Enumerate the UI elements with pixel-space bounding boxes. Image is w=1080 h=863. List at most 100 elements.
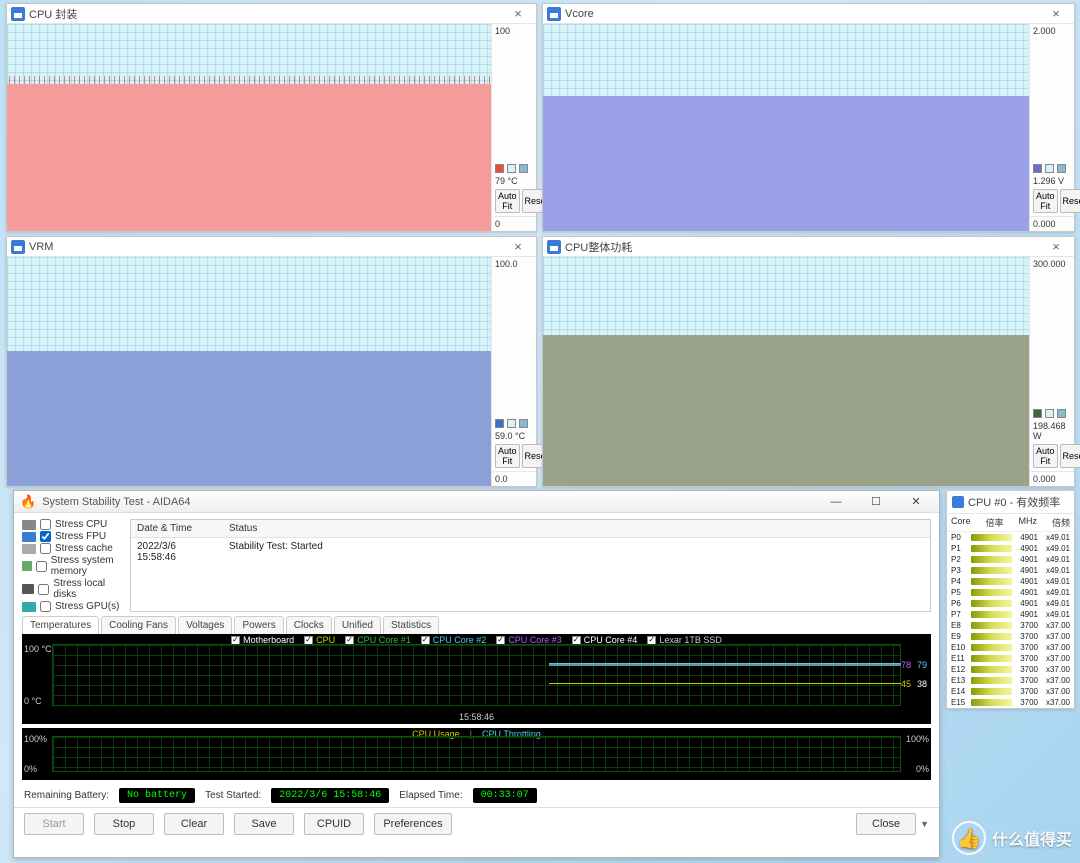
graph-cpu-power: CPU整体功耗 × 300.000 198.468 W Auto Fit Res…: [542, 236, 1075, 487]
log-row[interactable]: 2022/3/6 15:58:46 Stability Test: Starte…: [131, 538, 930, 566]
tab-statistics[interactable]: Statistics: [383, 616, 439, 634]
stress-memory[interactable]: Stress system memory: [22, 555, 122, 577]
swatch-bg[interactable]: [1045, 164, 1054, 173]
core-name: E9: [951, 632, 969, 641]
stress-cpu[interactable]: Stress CPU: [22, 519, 122, 530]
core-name: P0: [951, 533, 969, 542]
dropdown-icon[interactable]: ▼: [920, 819, 929, 829]
tab-powers[interactable]: Powers: [234, 616, 283, 634]
core-name: E12: [951, 665, 969, 674]
swatch-grid[interactable]: [519, 419, 528, 428]
freq-mult: x37.00: [1040, 676, 1070, 685]
start-button[interactable]: Start: [24, 813, 84, 835]
y-top-label: 100%: [24, 734, 47, 744]
freq-mult: x49.01: [1040, 577, 1070, 586]
swatch-bg[interactable]: [507, 164, 516, 173]
reading-low2: 45: [901, 679, 911, 689]
freq-mult: x37.00: [1040, 621, 1070, 630]
freq-mhz: 4901: [1014, 599, 1038, 608]
freq-bar: [971, 677, 1012, 684]
freq-row: E113700x37.00: [947, 653, 1074, 664]
close-button[interactable]: Close: [856, 813, 916, 835]
autofit-button[interactable]: Auto Fit: [495, 444, 520, 468]
close-icon[interactable]: ×: [504, 6, 532, 21]
core-name: P4: [951, 577, 969, 586]
freq-bar: [971, 699, 1012, 706]
titlebar[interactable]: CPU #0 - 有效频率: [947, 491, 1074, 514]
y-max: 2.000: [1030, 24, 1074, 38]
reading-low: 38: [917, 679, 927, 689]
titlebar[interactable]: CPU整体功耗 ×: [543, 237, 1074, 257]
freq-bar: [971, 545, 1012, 552]
chart-icon: [952, 496, 964, 508]
swatch-primary[interactable]: [495, 164, 504, 173]
core-name: E8: [951, 621, 969, 630]
graph-vrm: VRM × 100.0 59.0 °C Auto Fit Reset 0.0: [6, 236, 537, 487]
freq-row: E123700x37.00: [947, 664, 1074, 675]
tab-cooling-fans[interactable]: Cooling Fans: [101, 616, 176, 634]
window-title: VRM: [29, 241, 53, 253]
freq-bar: [971, 567, 1012, 574]
swatch-primary[interactable]: [1033, 409, 1042, 418]
close-icon[interactable]: ×: [1042, 239, 1070, 254]
freq-row: E103700x37.00: [947, 642, 1074, 653]
freq-bar: [971, 655, 1012, 662]
stress-gpus[interactable]: Stress GPU(s): [22, 601, 122, 612]
tab-voltages[interactable]: Voltages: [178, 616, 232, 634]
window-title: Vcore: [565, 8, 594, 20]
close-icon[interactable]: ×: [1042, 6, 1070, 21]
y-min: 0.000: [1030, 216, 1074, 231]
swatch-grid[interactable]: [1057, 164, 1066, 173]
stress-options: Stress CPU Stress FPU Stress cache Stres…: [22, 519, 122, 612]
swatch-grid[interactable]: [519, 164, 528, 173]
chart-icon: [547, 240, 561, 254]
swatch-bg[interactable]: [1045, 409, 1054, 418]
freq-mhz: 3700: [1014, 643, 1038, 652]
tab-unified[interactable]: Unified: [334, 616, 381, 634]
reset-button[interactable]: Reset: [1060, 444, 1080, 468]
stress-disks[interactable]: Stress local disks: [22, 578, 122, 600]
autofit-button[interactable]: Auto Fit: [1033, 189, 1058, 213]
stop-button[interactable]: Stop: [94, 813, 154, 835]
cpuid-button[interactable]: CPUID: [304, 813, 364, 835]
freq-mhz: 3700: [1014, 687, 1038, 696]
autofit-button[interactable]: Auto Fit: [1033, 444, 1058, 468]
freq-mult: x37.00: [1040, 632, 1070, 641]
stress-fpu[interactable]: Stress FPU: [22, 531, 122, 542]
stress-cache[interactable]: Stress cache: [22, 543, 122, 554]
reading-high2: 78: [901, 660, 911, 670]
clear-button[interactable]: Clear: [164, 813, 224, 835]
tab-temperatures[interactable]: Temperatures: [22, 616, 99, 634]
col-mult: 倍频: [1052, 516, 1070, 529]
close-icon[interactable]: ×: [504, 239, 532, 254]
graph-cpu-package: CPU 封装 × 100 79 °C Auto Fit Reset: [6, 3, 537, 232]
maximize-icon[interactable]: ☐: [859, 492, 893, 512]
elapsed-value: 00:33:07: [473, 788, 537, 803]
titlebar[interactable]: Vcore ×: [543, 4, 1074, 24]
titlebar[interactable]: CPU 封装 ×: [7, 4, 536, 24]
freq-mhz: 3700: [1014, 665, 1038, 674]
titlebar[interactable]: VRM ×: [7, 237, 536, 257]
save-button[interactable]: Save: [234, 813, 294, 835]
graph-vcore: Vcore × 2.000 1.296 V Auto Fit Reset 0.0: [542, 3, 1075, 232]
freq-mhz: 3700: [1014, 621, 1038, 630]
close-icon[interactable]: ✕: [899, 492, 933, 512]
swatch-bg[interactable]: [507, 419, 516, 428]
freq-bar: [971, 611, 1012, 618]
tab-clocks[interactable]: Clocks: [286, 616, 332, 634]
swatch-grid[interactable]: [1057, 409, 1066, 418]
y-bot-label-right: 0%: [916, 764, 929, 774]
watermark: 👍 什么值得买: [952, 821, 1072, 855]
autofit-button[interactable]: Auto Fit: [495, 189, 520, 213]
swatch-primary[interactable]: [1033, 164, 1042, 173]
reset-button[interactable]: Reset: [1060, 189, 1080, 213]
core-name: E11: [951, 654, 969, 663]
freq-row: P64901x49.01: [947, 598, 1074, 609]
minimize-icon[interactable]: —: [819, 492, 853, 512]
event-log[interactable]: Date & Time Status 2022/3/6 15:58:46 Sta…: [130, 519, 931, 612]
preferences-button[interactable]: Preferences: [374, 813, 452, 835]
swatch-primary[interactable]: [495, 419, 504, 428]
titlebar[interactable]: 🔥 System Stability Test - AIDA64 — ☐ ✕: [14, 491, 939, 513]
usage-graph: CPU Usage | CPU Throttling 100% 0% 100% …: [22, 728, 931, 780]
status-bar: Remaining Battery: No battery Test Start…: [14, 784, 939, 807]
